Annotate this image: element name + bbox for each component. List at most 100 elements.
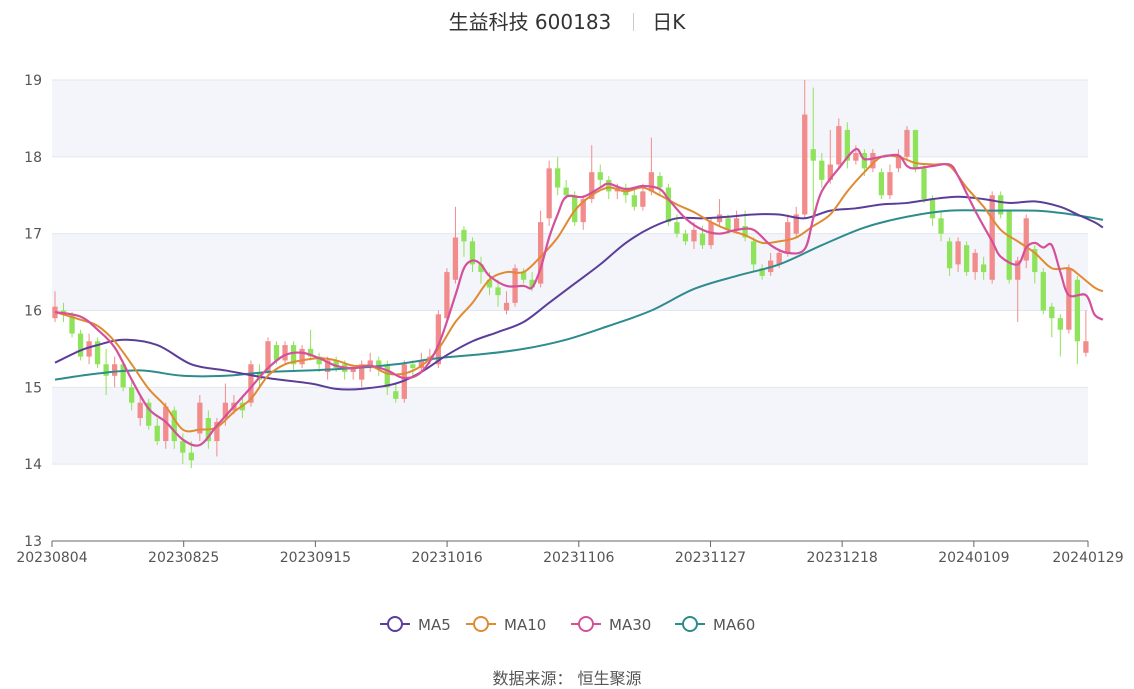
candle-body xyxy=(810,149,816,161)
candle-body xyxy=(77,333,84,357)
x-tick-label: 20240109 xyxy=(938,550,1009,566)
candle-down xyxy=(631,187,637,211)
candle-up xyxy=(785,214,791,257)
candle-body xyxy=(861,152,868,169)
data-source-value: 恒生聚源 xyxy=(577,669,642,688)
candle-down xyxy=(878,168,885,200)
candle-body xyxy=(648,172,655,192)
candle-body xyxy=(887,172,893,196)
x-tick-label: 20231016 xyxy=(411,550,482,566)
candle-body xyxy=(946,241,953,269)
candle-body xyxy=(563,187,569,196)
candle-up xyxy=(793,206,799,238)
y-tick-label: 17 xyxy=(24,227,42,243)
candle-up xyxy=(1066,264,1072,334)
legend-item-ma5[interactable]: MA5 xyxy=(380,616,451,634)
candle-body xyxy=(657,176,663,188)
y-tick-label: 19 xyxy=(24,73,42,89)
candle-body xyxy=(691,229,697,242)
data-source: 数据来源： 恒生聚源 xyxy=(0,665,1134,689)
candle-body xyxy=(802,114,808,215)
candle-body xyxy=(103,364,109,376)
candle-body xyxy=(733,218,740,230)
candle-up xyxy=(452,206,459,284)
candle-down xyxy=(555,156,561,196)
legend-label: MA60 xyxy=(713,616,755,634)
candle-body xyxy=(895,156,902,169)
candle-down xyxy=(912,129,919,173)
candle-body xyxy=(981,264,987,273)
candle-body xyxy=(1057,318,1063,330)
candle-down xyxy=(1006,210,1012,284)
legend-marker-icon xyxy=(682,616,698,632)
grid-layer xyxy=(52,79,1088,542)
candle-down xyxy=(1049,302,1055,338)
candle-body xyxy=(555,168,561,188)
x-tick-label: 20230804 xyxy=(16,550,87,566)
candle-body xyxy=(921,168,927,200)
candle-down xyxy=(94,337,101,369)
candle-up xyxy=(299,345,305,369)
candle-body xyxy=(606,179,612,192)
candle-body xyxy=(972,252,978,273)
candle-body xyxy=(1040,272,1046,311)
candle-body xyxy=(154,425,160,442)
candle-body xyxy=(1049,306,1055,319)
y-tick-label: 15 xyxy=(24,380,42,396)
candle-body xyxy=(410,364,416,369)
legend-item-ma30[interactable]: MA30 xyxy=(571,616,651,634)
candle-up xyxy=(1023,214,1029,269)
candle-body xyxy=(393,391,399,399)
candle-down xyxy=(146,398,152,430)
candle-body xyxy=(938,218,944,234)
legend-marker-icon xyxy=(578,616,594,632)
y-tick-label: 14 xyxy=(24,457,42,473)
candle-body xyxy=(836,126,842,165)
candle-body xyxy=(1006,210,1012,280)
candle-body xyxy=(111,364,118,376)
candle-up xyxy=(282,341,288,365)
candle-body xyxy=(282,345,288,361)
y-tick-label: 16 xyxy=(24,304,42,320)
x-tick-label: 20231127 xyxy=(675,550,746,566)
candle-body xyxy=(495,287,501,296)
x-tick-label: 20240129 xyxy=(1052,550,1123,566)
candle-body xyxy=(180,441,186,453)
candle-body xyxy=(674,222,680,234)
candle-up xyxy=(546,160,552,226)
candle-down xyxy=(1074,275,1081,365)
legend-marker-icon xyxy=(387,616,403,632)
candle-down xyxy=(998,191,1004,219)
candle-down xyxy=(963,241,970,276)
grid-band xyxy=(52,233,1088,311)
candle-body xyxy=(853,152,859,161)
candle-up xyxy=(367,352,373,372)
candle-down xyxy=(290,341,297,372)
x-tick-label: 20231106 xyxy=(543,550,614,566)
candle-body xyxy=(1074,279,1081,342)
x-tick-label: 20230825 xyxy=(148,550,219,566)
candle-up xyxy=(1083,310,1089,357)
candlestick-chart: 13 14 15 16 17 18 19 20230804 20230825 20230915 20… xyxy=(16,73,1123,634)
candle-body xyxy=(1083,341,1089,353)
candle-body xyxy=(384,364,390,388)
legend-item-ma60[interactable]: MA60 xyxy=(675,616,755,634)
candle-body xyxy=(819,160,825,180)
candle-up xyxy=(904,126,910,161)
candle-body xyxy=(955,241,961,265)
candle-body xyxy=(299,348,305,365)
candle-down xyxy=(597,164,603,188)
candle-body xyxy=(452,237,459,280)
candle-body xyxy=(640,191,646,207)
candle-body xyxy=(682,233,689,242)
candle-body xyxy=(597,172,603,180)
legend-marker-icon xyxy=(473,616,489,632)
candle-body xyxy=(461,229,467,242)
candle-body xyxy=(1066,268,1072,330)
legend[interactable]: MA5 MA10 MA30 MA60 xyxy=(380,616,755,634)
legend-item-ma10[interactable]: MA10 xyxy=(466,616,546,634)
candle-body xyxy=(188,452,194,461)
x-tick-label: 20230915 xyxy=(280,550,351,566)
candle-body xyxy=(699,233,706,246)
candle-body xyxy=(665,187,672,223)
